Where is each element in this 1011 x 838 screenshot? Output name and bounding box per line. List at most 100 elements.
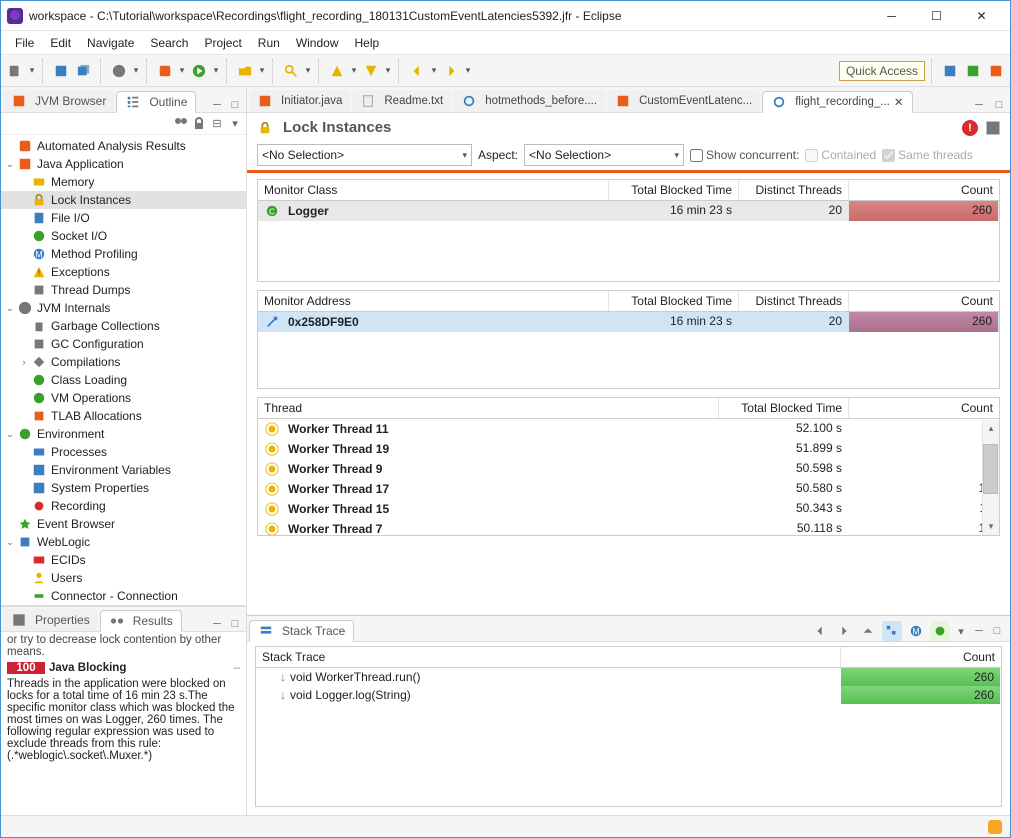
tree-item[interactable]: Memory [1,173,246,191]
minimize-view-icon[interactable]: ─ [210,98,224,112]
tab-stack-trace[interactable]: Stack Trace [249,620,354,642]
col-header[interactable]: Thread [258,398,719,418]
st-next-icon[interactable] [834,621,854,641]
run-icon[interactable] [189,61,209,81]
col-header[interactable]: Total Blocked Time [609,291,739,311]
filter-combo[interactable]: <No Selection>▾ [257,144,472,166]
rss-icon[interactable] [988,820,1002,834]
chevron-down-icon[interactable]: ▾ [384,65,392,76]
tab-jvm-browser[interactable]: JVM Browser [3,90,114,112]
menu-help[interactable]: Help [347,34,388,52]
tree-item[interactable]: System Properties [1,479,246,497]
expand-icon[interactable]: ⌄ [3,537,17,548]
table-row[interactable]: Worker Thread 1152.100 s7 [258,419,999,439]
scroll-down-icon[interactable]: ▾ [983,518,999,535]
tree-item[interactable]: Recording [1,497,246,515]
tree-item[interactable]: Event Browser [1,515,246,533]
menu-project[interactable]: Project [196,34,249,52]
tree-item[interactable]: ⌄WebLogic [1,533,246,551]
st-tree-icon[interactable] [882,621,902,641]
menu-edit[interactable]: Edit [42,34,79,52]
tree-item[interactable]: Thread Dumps [1,281,246,299]
col-header[interactable]: Total Blocked Time [719,398,849,418]
quick-access[interactable]: Quick Access [839,61,925,81]
annotate-prev-icon[interactable] [327,61,347,81]
st-method-icon[interactable]: M [906,621,926,641]
col-header[interactable]: Total Blocked Time [609,180,739,200]
minimize-view-icon[interactable]: ─ [972,624,986,638]
new-icon[interactable] [5,61,25,81]
expand-icon[interactable]: ⌄ [3,159,17,170]
chevron-down-icon[interactable]: ▾ [304,65,312,76]
table-row[interactable]: 0x258DF9E016 min 23 s20260 [258,312,999,332]
save-all-icon[interactable] [74,61,94,81]
show-concurrent-checkbox[interactable]: Show concurrent: [690,148,799,162]
tree-item[interactable]: Connector - Connection [1,587,246,605]
chevron-down-icon[interactable]: ▾ [28,65,36,76]
chevron-down-icon[interactable]: ▾ [430,65,438,76]
table-row[interactable]: Worker Thread 1951.899 s7 [258,439,999,459]
tree-item[interactable]: ⌄JVM Internals [1,299,246,317]
col-header[interactable]: Stack Trace [256,647,841,667]
tree-item[interactable]: ›Compilations [1,353,246,371]
col-header[interactable]: Distinct Threads [739,180,849,200]
scrollbar[interactable]: ▴ ▾ [982,420,999,535]
perspective-jmc-icon[interactable] [986,61,1006,81]
table-row[interactable]: Worker Thread 750.118 s12 [258,519,999,535]
maximize-view-icon[interactable]: □ [228,98,242,112]
view-menu-icon[interactable]: ▾ [954,624,968,638]
tree-item[interactable]: File I/O [1,209,246,227]
table-row[interactable]: CLogger16 min 23 s20260 [258,201,999,221]
collapse-all-icon[interactable]: ⊟ [210,117,224,131]
expand-icon[interactable]: ⌄ [3,429,17,440]
editor-tab[interactable]: CustomEventLatenc... [607,90,760,112]
lock-icon[interactable] [192,117,206,131]
col-header[interactable]: Monitor Class [258,180,609,200]
table-row[interactable]: Worker Thread 1550.343 s11 [258,499,999,519]
scroll-thumb[interactable] [983,444,998,494]
menu-file[interactable]: File [7,34,42,52]
aspect-combo[interactable]: <No Selection>▾ [524,144,684,166]
maximize-view-icon[interactable]: □ [992,98,1006,112]
chevron-down-icon[interactable]: ▾ [132,65,140,76]
expand-icon[interactable]: › [17,357,31,367]
minimize-view-icon[interactable]: ─ [972,98,986,112]
view-menu-icon[interactable]: ▾ [228,117,242,131]
tree-item[interactable]: Socket I/O [1,227,246,245]
link-icon[interactable] [109,61,129,81]
perspective-debug-icon[interactable] [963,61,983,81]
annotate-next-icon[interactable] [361,61,381,81]
tree-item[interactable]: VM Operations [1,389,246,407]
st-prev-icon[interactable] [810,621,830,641]
chevron-down-icon[interactable]: ▾ [258,65,266,76]
tree-item[interactable]: Processes [1,443,246,461]
menu-navigate[interactable]: Navigate [79,34,142,52]
editor-tab[interactable]: hotmethods_before.... [453,90,605,112]
editor-tab[interactable]: flight_recording_...✕ [762,91,912,113]
col-header[interactable]: Count [849,291,999,311]
back-icon[interactable] [407,61,427,81]
minimize-view-icon[interactable]: ─ [210,617,224,631]
tree-item[interactable]: Garbage Collections [1,317,246,335]
open-icon[interactable] [235,61,255,81]
tree-item[interactable]: Environment Variables [1,461,246,479]
chevron-down-icon[interactable]: ▾ [350,65,358,76]
col-header[interactable]: Count [849,398,999,418]
col-header[interactable]: Count [841,647,1001,667]
tree-item[interactable]: GC Configuration [1,335,246,353]
menu-window[interactable]: Window [288,34,347,52]
menu-search[interactable]: Search [142,34,196,52]
tree-item[interactable]: Users [1,569,246,587]
tree-item[interactable]: ECIDs [1,551,246,569]
maximize-view-icon[interactable]: □ [990,624,1004,638]
warning-icon[interactable]: ! [962,120,978,136]
expand-icon[interactable]: ⌄ [3,303,17,314]
maximize-button[interactable]: ☐ [914,1,959,31]
menu-run[interactable]: Run [250,34,288,52]
close-tab-icon[interactable]: ✕ [894,95,904,109]
tree-item[interactable]: MMethod Profiling [1,245,246,263]
tree-item[interactable]: !Exceptions [1,263,246,281]
tab-properties[interactable]: Properties [3,609,98,631]
tree-item[interactable]: Class Loading [1,371,246,389]
col-header[interactable]: Count [849,180,999,200]
